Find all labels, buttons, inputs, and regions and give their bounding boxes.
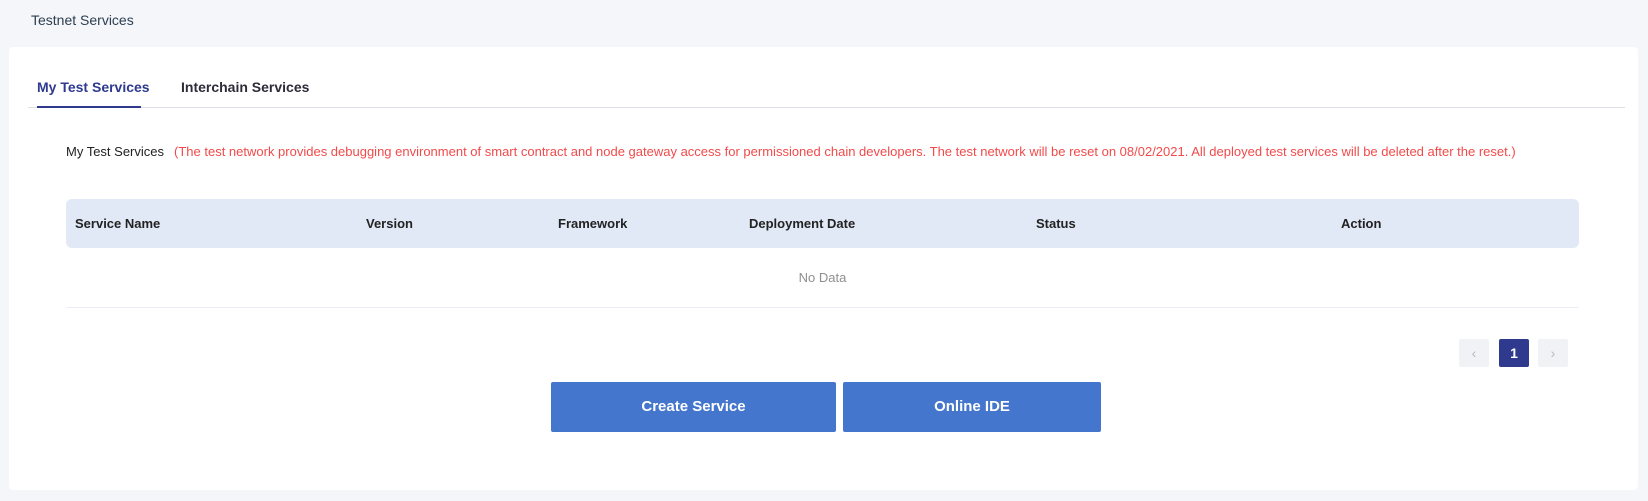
- test-network-notice: My Test Services (The test network provid…: [66, 142, 1586, 161]
- services-table: Service Name Version Framework Deploymen…: [66, 199, 1579, 308]
- table-empty-state: No Data: [66, 248, 1579, 308]
- create-service-button[interactable]: Create Service: [551, 382, 836, 432]
- services-card: My Test Services Interchain Services My …: [9, 47, 1638, 490]
- column-framework: Framework: [558, 216, 628, 231]
- tab-bar: My Test Services Interchain Services: [28, 47, 1625, 108]
- page-title: Testnet Services: [31, 12, 134, 28]
- tab-interchain-services[interactable]: Interchain Services: [181, 47, 309, 107]
- notice-message: (The test network provides debugging env…: [174, 144, 1516, 159]
- column-service-name: Service Name: [75, 216, 161, 231]
- pagination-prev-button[interactable]: ‹: [1459, 339, 1489, 367]
- table-header: Service Name Version Framework Deploymen…: [66, 199, 1579, 248]
- pagination-next-button[interactable]: ›: [1538, 339, 1568, 367]
- chevron-left-icon: ‹: [1471, 345, 1477, 361]
- tab-my-test-services[interactable]: My Test Services: [37, 47, 150, 107]
- column-status: Status: [1036, 216, 1076, 231]
- active-tab-indicator: [37, 106, 141, 108]
- column-action: Action: [1341, 216, 1382, 231]
- column-deployment-date: Deployment Date: [749, 216, 856, 231]
- online-ide-button[interactable]: Online IDE: [843, 382, 1101, 432]
- column-version: Version: [366, 216, 413, 231]
- notice-label: My Test Services: [66, 144, 165, 159]
- chevron-right-icon: ›: [1550, 345, 1556, 361]
- pagination-page-1[interactable]: 1: [1499, 339, 1529, 367]
